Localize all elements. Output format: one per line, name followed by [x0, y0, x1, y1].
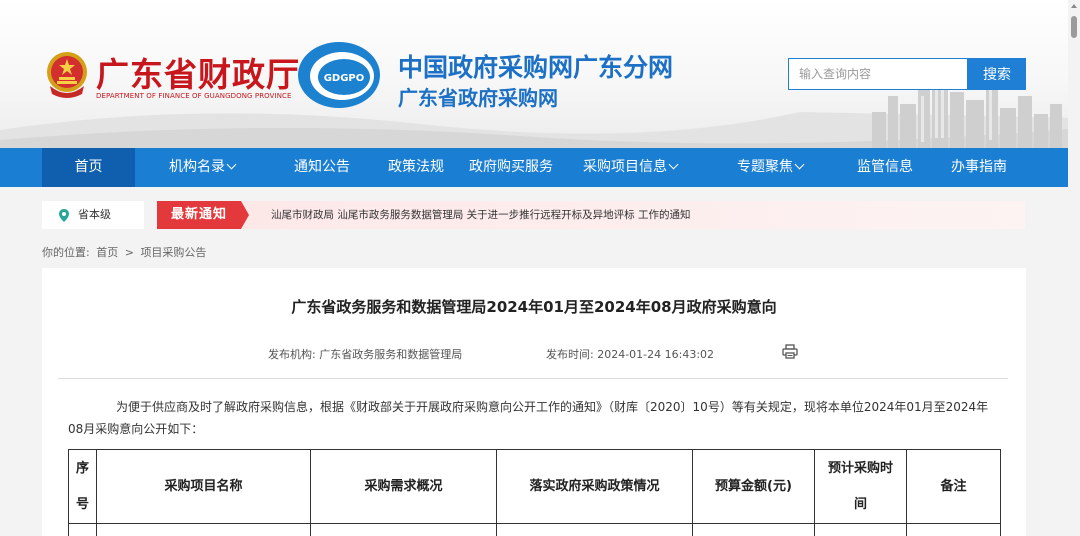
table-header-row: 序号 采购项目名称 采购需求概况 落实政府采购政策情况 预算金额(元) 预计采购…	[68, 449, 1001, 524]
publisher-meta: 发布机构: 广东省政务服务和数据管理局	[268, 346, 462, 362]
site-title[interactable]: 中国政府采购网广东分网	[398, 48, 673, 84]
nav-item-supervision[interactable]: 监管信息	[842, 148, 928, 187]
breadcrumb: 你的位置: 首页 > 项目采购公告	[42, 244, 209, 260]
breadcrumb-home[interactable]: 首页	[96, 246, 118, 259]
publish-time-label: 发布时间:	[546, 348, 594, 361]
nav-item-home[interactable]: 首页	[42, 148, 135, 187]
header-requirement: 采购需求概况	[310, 449, 497, 524]
chevron-down-icon	[668, 159, 679, 170]
nav-item-policies[interactable]: 政策法规	[374, 148, 458, 187]
table-cell	[68, 523, 97, 536]
latest-notice-tag: 最新通知	[157, 201, 249, 229]
nav-label: 通知公告	[294, 159, 350, 175]
search-button[interactable]: 搜索	[968, 58, 1026, 90]
nav-label: 首页	[74, 159, 103, 175]
header-budget: 预算金额(元)	[692, 449, 815, 524]
header-text: 号	[75, 496, 89, 512]
intro-paragraph-text: 为便于供应商及时了解政府采购信息，根据《财政部关于开展政府采购意向公开工作的通知…	[68, 400, 989, 436]
publisher-label: 发布机构:	[268, 348, 316, 361]
header-index: 序号	[68, 449, 97, 524]
site-subtitle: 广东省政府采购网	[398, 86, 558, 110]
header-text: 采购项目名称	[164, 478, 243, 494]
nav-item-notices[interactable]: 通知公告	[280, 148, 364, 187]
header-expected-time: 预计采购时间	[814, 449, 907, 524]
table-cell	[96, 523, 311, 536]
table-cell	[692, 523, 815, 536]
intro-paragraph: 为便于供应商及时了解政府采购信息，根据《财政部关于开展政府采购意向公开工作的通知…	[68, 396, 1002, 440]
location-pin-icon	[59, 209, 69, 222]
nav-item-guide[interactable]: 办事指南	[936, 148, 1022, 187]
nav-label: 办事指南	[951, 159, 1007, 175]
procurement-intent-table: 序号 采购项目名称 采购需求概况 落实政府采购政策情况 预算金额(元) 预计采购…	[68, 449, 1001, 536]
gdgpo-logo-text: GDGPO	[324, 73, 365, 84]
header-text: 落实政府采购政策情况	[529, 478, 660, 494]
header-text: 间	[853, 496, 867, 512]
table-cell	[906, 523, 1001, 536]
scroll-thumb[interactable]	[1071, 16, 1077, 38]
region-selector[interactable]: 省本级	[42, 201, 144, 229]
nav-label: 政策法规	[388, 159, 444, 175]
header-text: 采购需求概况	[364, 478, 443, 494]
header-policy: 落实政府采购政策情况	[496, 449, 693, 524]
gdgpo-logo-icon[interactable]: GDGPO	[296, 40, 382, 110]
nav-label: 政府购买服务	[469, 159, 553, 175]
header-text: 序	[75, 460, 89, 476]
nav-label: 专题聚焦	[737, 159, 793, 175]
search-input[interactable]	[788, 58, 968, 90]
nav-item-gov-services[interactable]: 政府购买服务	[462, 148, 560, 187]
publish-time-meta: 发布时间: 2024-01-24 16:43:02	[546, 346, 714, 362]
nav-item-topics[interactable]: 专题聚焦	[724, 148, 816, 187]
article-title: 广东省政务服务和数据管理局2024年01月至2024年08月政府采购意向	[291, 298, 777, 316]
header-text: 备注	[940, 478, 967, 494]
nav-label: 监管信息	[857, 159, 913, 175]
chevron-down-icon	[226, 159, 237, 170]
publish-time-value: 2024-01-24 16:43:02	[597, 348, 715, 361]
nav-label: 采购项目信息	[583, 159, 667, 175]
notice-link[interactable]: 汕尾市财政局 汕尾市政务服务数据管理局 关于进一步推行远程开标及异地评标 工作的…	[271, 201, 691, 229]
breadcrumb-prefix: 你的位置:	[42, 246, 90, 259]
breadcrumb-separator: >	[124, 246, 134, 259]
page-scrollbar[interactable]	[1068, 0, 1080, 536]
header-remarks: 备注	[906, 449, 1001, 524]
print-icon[interactable]	[782, 344, 798, 359]
table-cell	[814, 523, 907, 536]
article-panel: 广东省政务服务和数据管理局2024年01月至2024年08月政府采购意向 发布机…	[42, 268, 1026, 536]
notice-bar: 最新通知 汕尾市财政局 汕尾市政务服务数据管理局 关于进一步推行远程开标及异地评…	[157, 201, 1025, 229]
table-cell	[310, 523, 497, 536]
region-label: 省本级	[78, 208, 111, 221]
nav-item-directory[interactable]: 机构名录	[150, 148, 254, 187]
table-cell	[496, 523, 693, 536]
national-emblem-icon	[47, 52, 87, 98]
dept-name-english: DEPARTMENT OF FINANCE OF GUANGDONG PROVI…	[96, 92, 292, 100]
nav-item-procurement-info[interactable]: 采购项目信息	[574, 148, 686, 187]
dept-name: 广东省财政厅	[96, 55, 300, 94]
nav-label: 机构名录	[169, 159, 225, 175]
scroll-up-icon[interactable]	[1071, 4, 1077, 8]
header-text: 预算金额(元)	[715, 478, 792, 494]
site-header: 广东省财政厅 DEPARTMENT OF FINANCE OF GUANGDON…	[0, 0, 1080, 148]
publisher-value: 广东省政务服务和数据管理局	[319, 348, 463, 361]
header-text: 预计采购时	[827, 460, 893, 476]
divider	[58, 378, 1008, 379]
main-nav: 首页 机构名录 通知公告 政策法规 政府购买服务 采购项目信息 专题聚焦 监管信…	[0, 148, 1080, 187]
header-project-name: 采购项目名称	[96, 449, 311, 524]
table-row	[68, 523, 1001, 536]
breadcrumb-current[interactable]: 项目采购公告	[140, 246, 206, 259]
chevron-down-icon	[794, 159, 805, 170]
